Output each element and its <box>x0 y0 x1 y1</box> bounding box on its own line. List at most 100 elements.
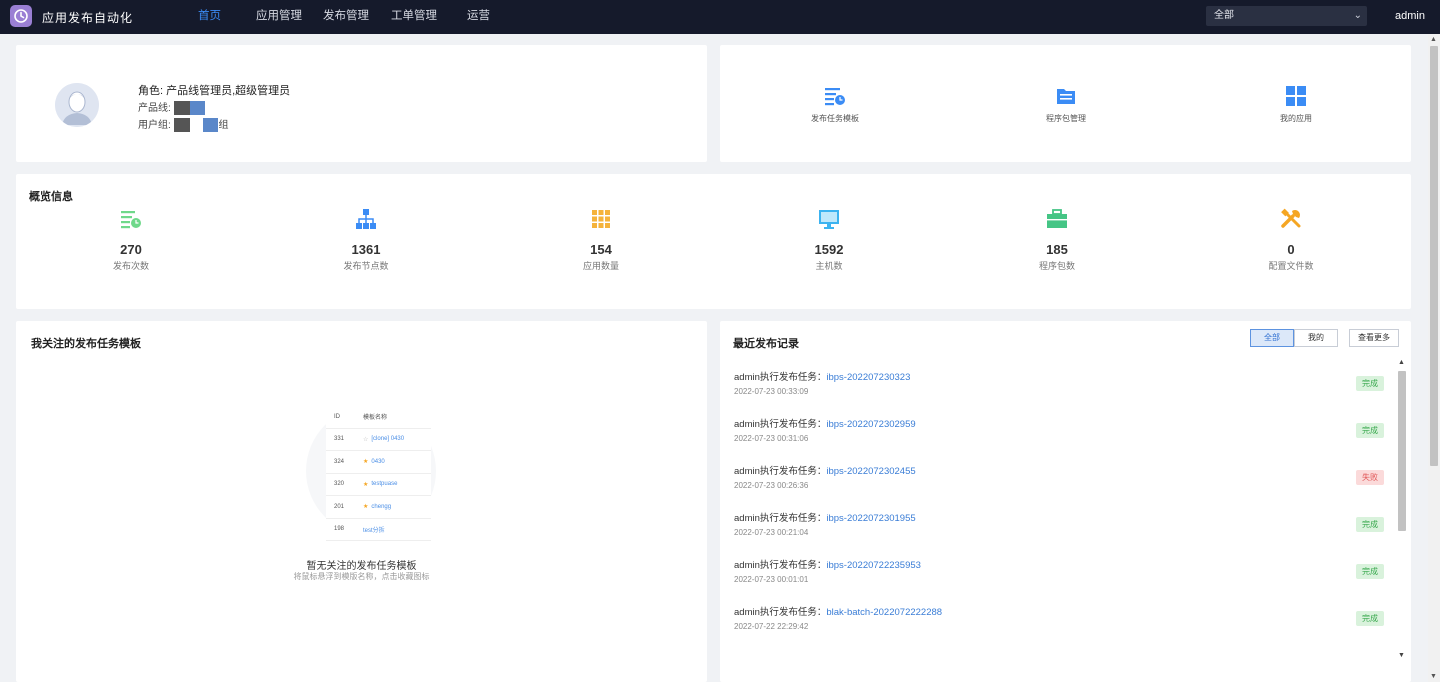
scroll-up-icon[interactable]: ▲ <box>1398 359 1405 366</box>
record-prefix: admin执行发布任务： <box>734 607 827 618</box>
nav-item-release-management[interactable]: 发布管理 <box>323 0 391 34</box>
quick-link-label: 发布任务模板 <box>811 114 859 123</box>
status-badge: 完成 <box>1356 423 1384 438</box>
redacted-block <box>173 101 190 116</box>
illustration-row-id: 331 <box>334 436 345 443</box>
node-tree-icon <box>356 209 376 229</box>
record-task-link[interactable]: ibps-2022072302959 <box>826 419 915 430</box>
stat-package-count: 185 程序包数 <box>997 208 1117 272</box>
illustration-header-name: 模板名称 <box>363 415 388 422</box>
stat-value: 154 <box>590 242 612 257</box>
monitor-icon <box>819 210 839 229</box>
filter-mine-button[interactable]: 我的 <box>1294 329 1338 347</box>
illustration-row-id: 198 <box>334 526 345 533</box>
record-time: 2022-07-23 00:33:09 <box>734 387 809 396</box>
list-item: admin执行发布任务：ibps-2022072302455 2022-07-2… <box>734 463 1384 510</box>
records-scrollbar[interactable]: ▲ ▼ <box>1397 359 1407 659</box>
stat-host-count: 1592 主机数 <box>769 208 889 272</box>
stat-label: 程序包数 <box>1038 261 1075 271</box>
user-group-row: 用户组: 组 <box>138 116 229 133</box>
recent-releases-card: 最近发布记录 全部 我的 查看更多 admin执行发布任务：ibps-20220… <box>720 321 1411 682</box>
scroll-down-icon[interactable]: ▼ <box>1430 673 1437 680</box>
profile-card: 角色: 产品线管理员,超级管理员 产品线: 用户组: 组 <box>16 45 707 162</box>
scroll-up-icon[interactable]: ▲ <box>1430 36 1437 43</box>
filter-all-button[interactable]: 全部 <box>1250 329 1294 347</box>
list-item: admin执行发布任务：ibps-202207230323 2022-07-23… <box>734 369 1384 416</box>
overview-title: 概览信息 <box>29 191 73 203</box>
record-time: 2022-07-23 00:21:04 <box>734 528 809 537</box>
stat-config-file-count: 0 配置文件数 <box>1231 208 1351 272</box>
quick-link-task-template[interactable]: 发布任务模板 <box>785 85 885 124</box>
nav-item-ticket-management[interactable]: 工单管理 <box>391 0 467 34</box>
app-title: 应用发布自动化 <box>42 11 134 25</box>
scroll-down-icon[interactable]: ▼ <box>1398 652 1405 659</box>
illustration-row: 198 test分拆 <box>326 518 431 541</box>
stat-label: 发布次数 <box>112 261 149 271</box>
page-scrollbar[interactable]: ▲ ▼ <box>1428 34 1440 682</box>
app-logo-icon[interactable] <box>10 5 32 27</box>
status-badge: 完成 <box>1356 376 1384 391</box>
product-line-label: 产品线: <box>138 103 171 114</box>
stat-label: 主机数 <box>815 261 843 271</box>
stat-value: 270 <box>120 242 142 257</box>
briefcase-icon <box>1047 209 1067 228</box>
record-prefix: admin执行发布任务： <box>734 419 827 430</box>
stat-value: 1361 <box>351 242 381 257</box>
quick-link-my-apps[interactable]: 我的应用 <box>1246 85 1346 124</box>
scope-select[interactable]: 全部 ⌄ <box>1206 6 1367 26</box>
user-menu[interactable]: admin <box>1395 10 1425 22</box>
tools-icon <box>1281 208 1301 228</box>
user-group-label: 用户组: <box>138 120 171 131</box>
illustration-row-id: 324 <box>334 458 345 465</box>
record-task-link[interactable]: ibps-2022072301955 <box>826 513 915 524</box>
stat-value: 0 <box>1287 242 1295 257</box>
nav-item-app-management[interactable]: 应用管理 <box>256 0 323 34</box>
illustration-row-name: testpuase <box>371 481 398 488</box>
illustration-row: 324 ★ 0430 <box>326 451 431 474</box>
quick-link-package-management[interactable]: 程序包管理 <box>1016 85 1116 124</box>
scrollbar-thumb[interactable] <box>1398 371 1406 531</box>
record-task-link[interactable]: ibps-20220722235953 <box>826 560 921 571</box>
record-task-link[interactable]: ibps-2022072302455 <box>826 466 915 477</box>
stat-label: 发布节点数 <box>343 261 389 271</box>
stat-value: 1592 <box>814 242 844 257</box>
quick-links-card: 发布任务模板 程序包管理 我的应用 <box>720 45 1411 162</box>
illustration-row-id: 201 <box>334 503 345 510</box>
illustration-row: 320 ★ testpuase <box>326 473 431 496</box>
record-prefix: admin执行发布任务： <box>734 513 827 524</box>
illustration-row-id: 320 <box>334 481 345 488</box>
product-line-row: 产品线: <box>138 99 205 116</box>
recent-title: 最近发布记录 <box>733 338 799 350</box>
nav-item-operations[interactable]: 运营 <box>467 0 490 34</box>
followed-title: 我关注的发布任务模板 <box>31 338 141 350</box>
redacted-block <box>203 118 219 133</box>
view-more-button[interactable]: 查看更多 <box>1349 329 1399 347</box>
record-time: 2022-07-22 22:29:42 <box>734 622 809 631</box>
record-task-link[interactable]: blak-batch-2022072222288 <box>826 607 942 618</box>
star-icon: ★ <box>363 481 369 488</box>
empty-state-hint: 将鼠标悬浮到模版名称，点击收藏图标 <box>293 572 430 581</box>
recent-records-list: admin执行发布任务： ibps-202207230323 2022-07-23… <box>734 369 1384 651</box>
record-time: 2022-07-23 00:01:01 <box>734 575 809 584</box>
scrollbar-thumb[interactable] <box>1430 46 1438 466</box>
stat-node-count: 1361 发布节点数 <box>306 208 426 272</box>
overview-card: 概览信息 270 发布次数 1361 发布节点数 154 应用数量 1592 主… <box>16 174 1411 309</box>
list-item: admin执行发布任务：ibps-2022072301955 2022-07-2… <box>734 510 1384 557</box>
main-nav: 首页 应用管理 发布管理 工单管理 运营 <box>198 0 490 34</box>
quick-link-label: 我的应用 <box>1280 114 1312 123</box>
illustration-row-name: test分拆 <box>363 527 385 534</box>
scope-select-value: 全部 <box>1214 10 1234 21</box>
empty-state-title: 暂无关注的发布任务模板 <box>306 561 417 572</box>
list-item: admin执行发布任务：ibps-2022072302959 2022-07-2… <box>734 416 1384 463</box>
user-group-tail: 组 <box>218 120 229 131</box>
illustration-row-name: [clone] 0430 <box>371 436 405 443</box>
nav-item-home[interactable]: 首页 <box>198 0 256 34</box>
grid-dots-icon <box>592 210 610 228</box>
record-task-link[interactable]: ibps-202207230323 <box>826 372 910 383</box>
quick-link-label: 程序包管理 <box>1046 114 1086 123</box>
illustration-header-row: ID 模板名称 <box>326 406 431 429</box>
package-folder-icon <box>1057 89 1075 104</box>
followed-templates-card: 我关注的发布任务模板 ID 模板名称 331 ☆ [clone] 0430 32… <box>16 321 707 682</box>
filter-segmented-control: 全部 我的 <box>1250 329 1338 347</box>
top-navigation-bar: 应用发布自动化 首页 应用管理 发布管理 工单管理 运营 全部 ⌄ admin <box>0 0 1440 34</box>
